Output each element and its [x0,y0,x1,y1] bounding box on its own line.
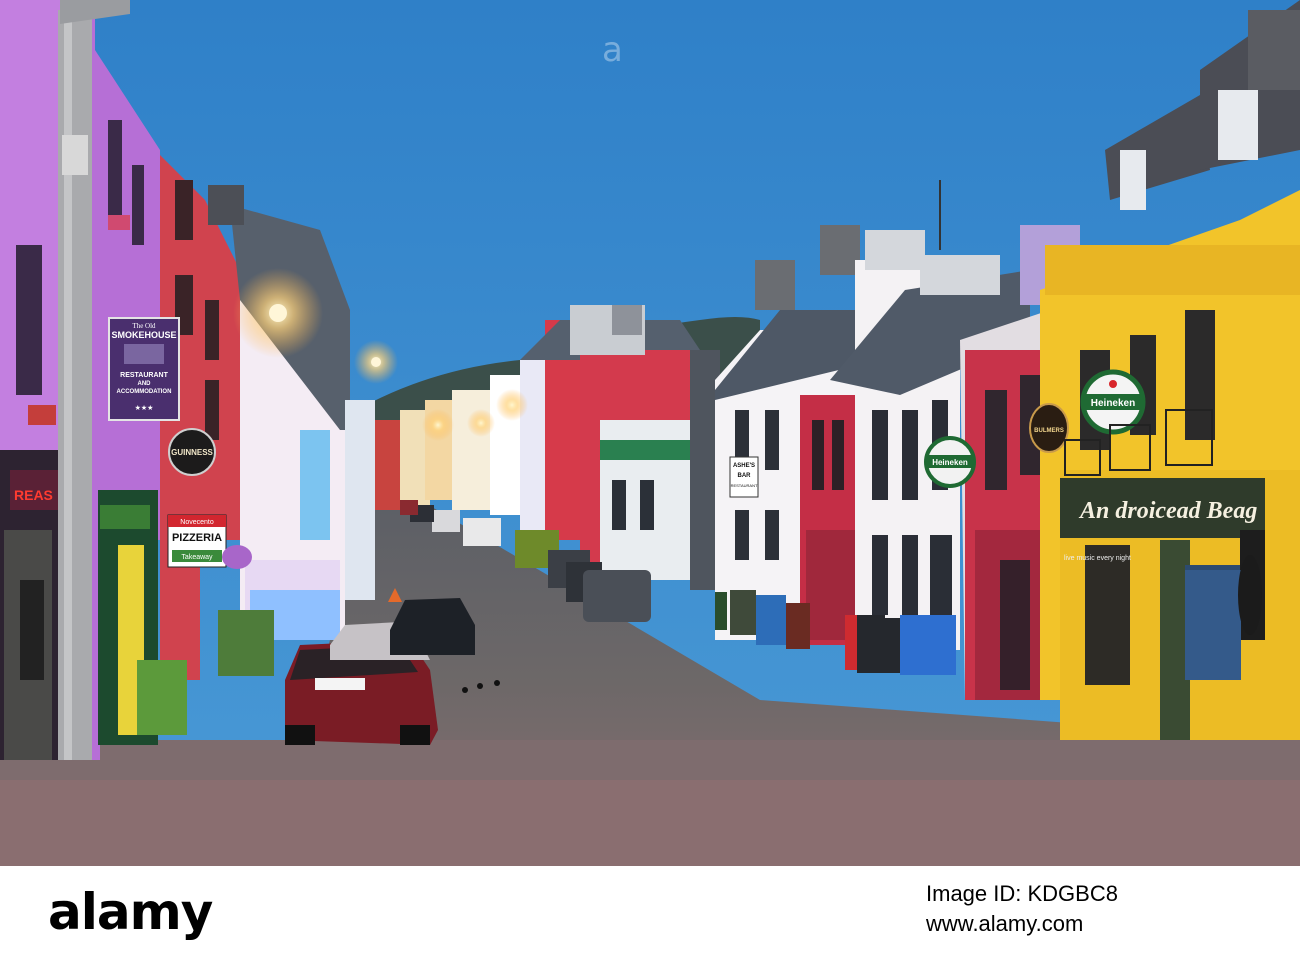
bulmers-text: BULMERS [1034,428,1064,434]
foreground-road-shade [0,740,1300,780]
novecento-text: Novecento [180,519,214,526]
smokehouse-line2: AND [138,381,152,387]
pizzeria-text: PIZZERIA [172,532,222,544]
svg-text:REAS: REAS [14,487,53,503]
smokehouse-line3: ACCOMMODATION [117,389,172,395]
ashes-bar-sign: ASHE'S BAR RESTAURANT [729,456,759,498]
grey-car [583,570,651,622]
live-music-text: live music every night [1064,555,1131,562]
heineken-sign-mid: Heineken [924,436,976,488]
heineken-sign-right: Heineken [1080,369,1146,435]
heineken-right-text: Heineken [1091,398,1135,409]
smokehouse-stars: ★★★ [135,404,154,412]
guinness-sign: GUINNESS [168,428,216,476]
smokehouse-line1: RESTAURANT [120,372,168,379]
watermark-a-icon: a [602,30,623,70]
guinness-text: GUINNESS [171,448,213,457]
blue-bin [900,615,956,675]
photo-stage: REAS The Old SMOKEHOUSE RESTAURANT AND A… [0,0,1300,957]
ashes-restaurant: RESTAURANT [731,483,758,488]
ashes-name: ASHE'S [733,463,755,469]
alamy-logo: alamy [48,883,213,941]
street-photo: REAS The Old SMOKEHOUSE RESTAURANT AND A… [0,0,1300,866]
ashes-bar: BAR [738,473,752,479]
takeaway-text: Takeaway [181,554,213,561]
green-bin [218,610,274,676]
smokehouse-top-text: The Old [132,322,156,330]
bulmers-sign: BULMERS [1029,403,1069,453]
pizzeria-sign: Novecento PIZZERIA Takeaway [167,514,227,568]
lamp-post [58,10,92,760]
smokehouse-sign: The Old SMOKEHOUSE RESTAURANT AND ACCOMM… [108,317,180,421]
heineken-mid-text: Heineken [932,458,968,467]
alamy-url-text: www.alamy.com [926,911,1084,936]
far-building-4 [452,390,492,510]
image-id-text: Image ID: KDGBC8 [926,881,1118,906]
black-car [390,598,475,655]
smokehouse-name-text: SMOKEHOUSE [111,330,176,340]
pub-name-text: An droicead Beag [1078,498,1257,524]
